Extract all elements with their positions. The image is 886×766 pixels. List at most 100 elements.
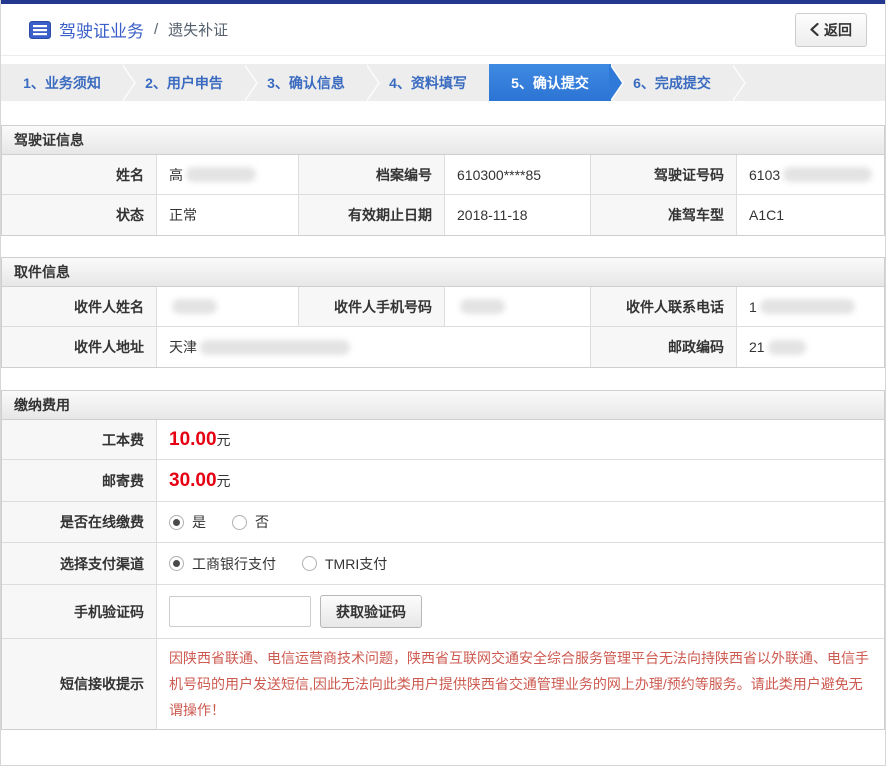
sms-notice-row: 短信接收提示 因陕西省联通、电信运营商技术问题，陕西省互联网交通安全综合服务管理… xyxy=(2,639,884,729)
step-1-business-notice[interactable]: 1、业务须知 xyxy=(1,64,123,101)
online-payment-row: 是否在线缴费 是 否 xyxy=(2,502,884,543)
valid-until-label: 有效期止日期 xyxy=(299,195,445,235)
step-label: 1、业务须知 xyxy=(23,73,101,93)
postage-fee-amount: 30.00 xyxy=(169,470,217,492)
payment-channel-option-tmri[interactable]: TMRI支付 xyxy=(302,554,387,574)
page-header: 驾驶证业务 / 遗失补证 返回 xyxy=(1,4,885,56)
radio-label: 工商银行支付 xyxy=(192,554,276,574)
status-value: 正常 xyxy=(157,195,299,235)
back-button[interactable]: 返回 xyxy=(795,13,867,47)
step-bar-filler xyxy=(733,64,885,101)
recipient-phone-label: 收件人联系电话 xyxy=(591,287,737,327)
pickup-info-row-1: 收件人姓名 收件人手机号码 收件人联系电话 1 xyxy=(2,287,884,327)
sms-code-row: 手机验证码 获取验证码 xyxy=(2,585,884,639)
file-no-label: 档案编号 xyxy=(299,155,445,195)
production-fee-amount: 10.00 xyxy=(169,429,217,451)
online-payment-label: 是否在线缴费 xyxy=(2,502,157,543)
license-no-label: 驾驶证号码 xyxy=(591,155,737,195)
payment-channel-option-icbc[interactable]: 工商银行支付 xyxy=(169,554,276,574)
postal-code-label: 邮政编码 xyxy=(591,327,737,367)
postage-fee-value: 30.00元 xyxy=(157,460,884,502)
name-label: 姓名 xyxy=(2,155,157,195)
license-info-row-2: 状态 正常 有效期止日期 2018-11-18 准驾车型 A1C1 xyxy=(2,195,884,235)
step-2-user-declaration[interactable]: 2、用户申告 xyxy=(123,64,245,101)
breadcrumb-separator: / xyxy=(154,21,158,38)
fees-section: 缴纳费用 工本费 10.00元 邮寄费 30.00元 是否在线缴费 是 否 xyxy=(1,390,885,730)
list-icon xyxy=(29,21,51,39)
recipient-phone-value: 1 xyxy=(737,287,884,327)
status-label: 状态 xyxy=(2,195,157,235)
radio-icon[interactable] xyxy=(169,556,184,571)
page-title: 驾驶证业务 xyxy=(59,17,144,42)
redacted-text xyxy=(460,299,505,314)
license-info-title: 驾驶证信息 xyxy=(2,126,884,155)
production-fee-label: 工本费 xyxy=(2,420,157,460)
postage-fee-unit: 元 xyxy=(217,471,231,491)
redacted-text xyxy=(200,340,350,355)
vehicle-class-value: A1C1 xyxy=(737,195,884,235)
redacted-text xyxy=(186,167,256,182)
sms-code-field: 获取验证码 xyxy=(157,585,884,639)
pickup-info-section: 取件信息 收件人姓名 收件人手机号码 收件人联系电话 1 收件人地址 天津 邮政… xyxy=(1,257,885,368)
sms-notice-text: 因陕西省联通、电信运营商技术问题，陕西省互联网交通安全综合服务管理平台无法向持陕… xyxy=(169,639,872,729)
radio-icon[interactable] xyxy=(232,515,247,530)
page: 驾驶证业务 / 遗失补证 返回 1、业务须知 2、用户申告 3、确认信息 4、资… xyxy=(0,0,886,766)
pickup-info-title: 取件信息 xyxy=(2,258,884,287)
postage-fee-row: 邮寄费 30.00元 xyxy=(2,460,884,502)
step-wizard: 1、业务须知 2、用户申告 3、确认信息 4、资料填写 5、确认提交 6、完成提… xyxy=(1,64,885,101)
breadcrumb-current: 遗失补证 xyxy=(168,19,228,40)
recipient-name-value xyxy=(157,287,299,327)
step-6-complete-submit[interactable]: 6、完成提交 xyxy=(611,64,733,101)
postage-fee-label: 邮寄费 xyxy=(2,460,157,502)
radio-label: 是 xyxy=(192,512,206,532)
fees-title: 缴纳费用 xyxy=(2,391,884,420)
sms-code-label: 手机验证码 xyxy=(2,585,157,639)
pickup-info-row-2: 收件人地址 天津 邮政编码 21 xyxy=(2,327,884,367)
back-button-label: 返回 xyxy=(824,20,852,40)
step-label: 4、资料填写 xyxy=(389,73,467,93)
get-sms-code-button[interactable]: 获取验证码 xyxy=(320,595,422,628)
step-4-fill-data[interactable]: 4、资料填写 xyxy=(367,64,489,101)
online-payment-options: 是 否 xyxy=(157,502,884,543)
step-5-confirm-submit[interactable]: 5、确认提交 xyxy=(489,64,611,101)
step-label: 5、确认提交 xyxy=(511,73,589,93)
license-info-section: 驾驶证信息 姓名 高 档案编号 610300****85 驾驶证号码 6103 … xyxy=(1,125,885,236)
payment-channel-label: 选择支付渠道 xyxy=(2,543,157,585)
step-label: 6、完成提交 xyxy=(633,73,711,93)
radio-icon[interactable] xyxy=(169,515,184,530)
breadcrumb: 驾驶证业务 / 遗失补证 xyxy=(29,17,228,42)
sms-notice-label: 短信接收提示 xyxy=(2,639,157,729)
radio-label: 否 xyxy=(255,512,269,532)
recipient-address-value: 天津 xyxy=(157,327,591,367)
radio-label: TMRI支付 xyxy=(325,554,387,574)
sms-code-input[interactable] xyxy=(169,596,311,627)
name-value: 高 xyxy=(157,155,299,195)
recipient-mobile-label: 收件人手机号码 xyxy=(299,287,445,327)
step-label: 3、确认信息 xyxy=(267,73,345,93)
valid-until-value: 2018-11-18 xyxy=(445,195,591,235)
online-payment-option-no[interactable]: 否 xyxy=(232,512,269,532)
step-label: 2、用户申告 xyxy=(145,73,223,93)
redacted-text xyxy=(172,299,217,314)
redacted-text xyxy=(768,340,806,355)
redacted-text xyxy=(760,299,855,314)
redacted-text xyxy=(783,167,872,182)
production-fee-row: 工本费 10.00元 xyxy=(2,420,884,460)
payment-channel-options: 工商银行支付 TMRI支付 xyxy=(157,543,884,585)
production-fee-value: 10.00元 xyxy=(157,420,884,460)
payment-channel-row: 选择支付渠道 工商银行支付 TMRI支付 xyxy=(2,543,884,585)
chevron-left-icon xyxy=(810,23,819,36)
vehicle-class-label: 准驾车型 xyxy=(591,195,737,235)
online-payment-option-yes[interactable]: 是 xyxy=(169,512,206,532)
recipient-address-label: 收件人地址 xyxy=(2,327,157,367)
sms-notice-text-cell: 因陕西省联通、电信运营商技术问题，陕西省互联网交通安全综合服务管理平台无法向持陕… xyxy=(157,639,884,729)
license-no-value: 6103 xyxy=(737,155,884,195)
step-3-confirm-info[interactable]: 3、确认信息 xyxy=(245,64,367,101)
postal-code-value: 21 xyxy=(737,327,884,367)
production-fee-unit: 元 xyxy=(217,430,231,450)
recipient-name-label: 收件人姓名 xyxy=(2,287,157,327)
radio-icon[interactable] xyxy=(302,556,317,571)
file-no-value: 610300****85 xyxy=(445,155,591,195)
recipient-mobile-value xyxy=(445,287,591,327)
license-info-row-1: 姓名 高 档案编号 610300****85 驾驶证号码 6103 xyxy=(2,155,884,195)
